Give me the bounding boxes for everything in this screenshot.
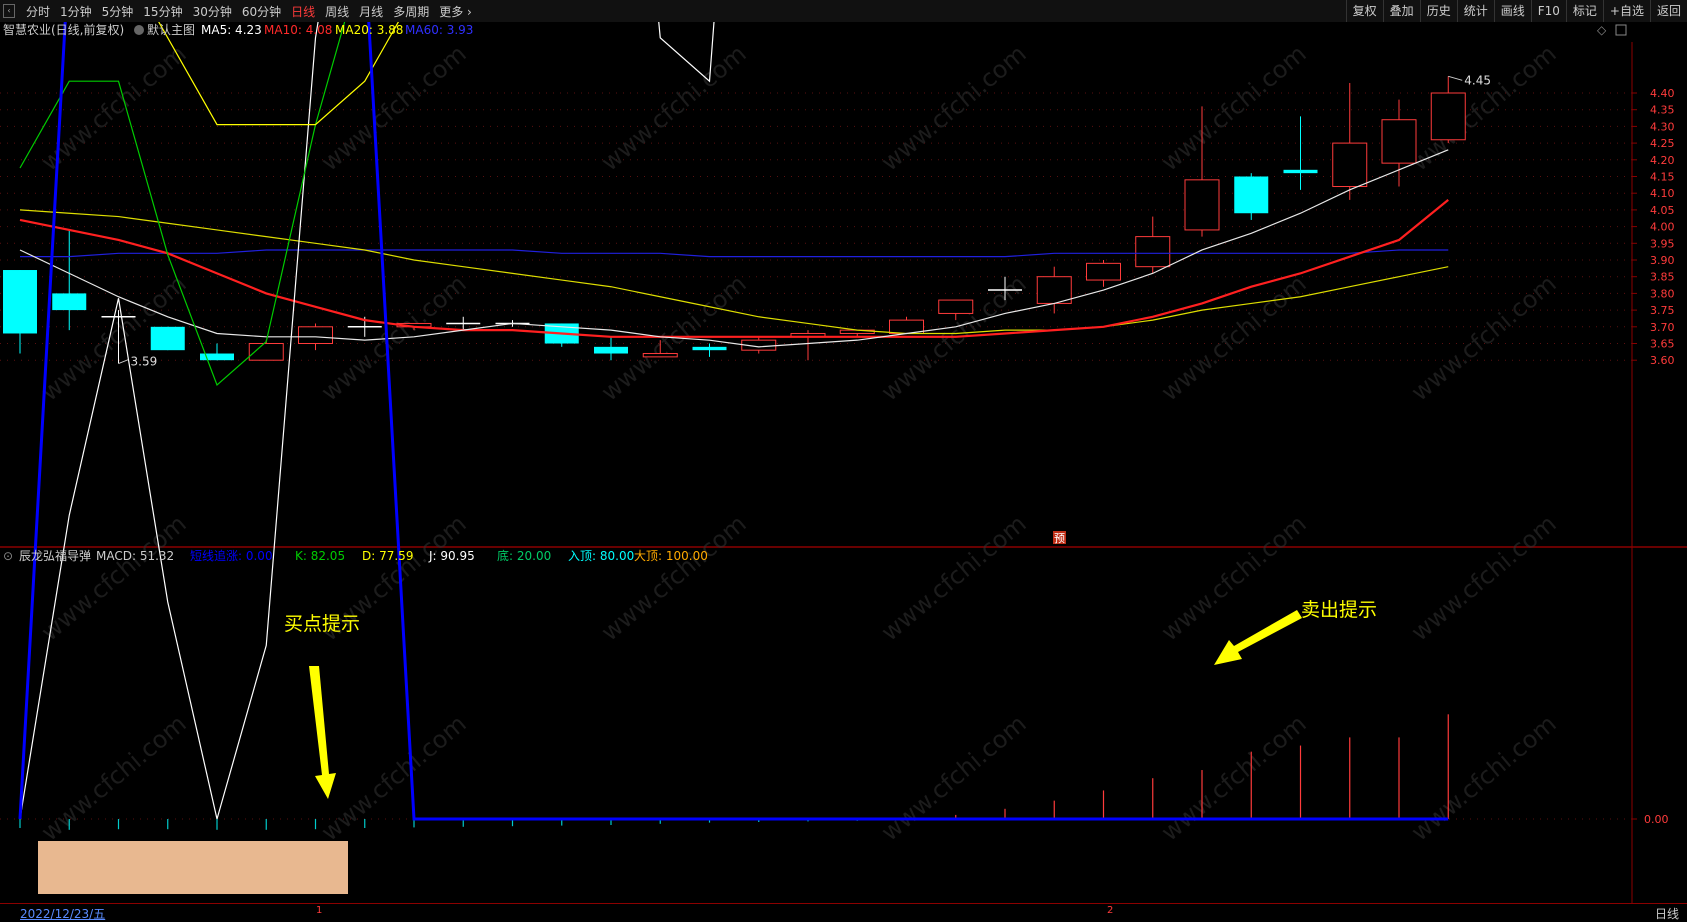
price-tick-label: 4.05: [1650, 204, 1675, 217]
tab-timeframe-7[interactable]: 周线: [320, 3, 354, 20]
signal-label: 短线追涨: 0.00: [190, 548, 273, 563]
price-tick-label: 3.65: [1650, 338, 1675, 351]
j-label: J: 90.95: [428, 549, 475, 563]
candle[interactable]: [1234, 173, 1269, 220]
candle-body: [1234, 176, 1269, 214]
toolbar-action-6[interactable]: 标记: [1565, 0, 1603, 22]
stock-title[interactable]: 智慧农业(日线,前复权): [3, 22, 124, 37]
price-tick-label: 3.70: [1650, 321, 1675, 334]
candle[interactable]: [150, 326, 185, 351]
period-label[interactable]: 日线: [1655, 905, 1679, 922]
collapse-icon[interactable]: ‹: [3, 4, 15, 18]
top-label: 大顶: 100.00: [634, 549, 708, 563]
bottom-label: 底: 20.00: [497, 548, 551, 563]
tab-timeframe-8[interactable]: 月线: [354, 3, 388, 20]
price-tick-label: 3.60: [1650, 354, 1675, 367]
period-marker-1: 1: [316, 905, 323, 916]
template-label[interactable]: 默认主图: [147, 22, 195, 37]
price-tick-label: 4.20: [1650, 154, 1675, 167]
high-label: 4.45: [1464, 73, 1491, 87]
buy-hint-text: 买点提示: [284, 613, 360, 635]
candle-body: [150, 326, 185, 351]
toolbar-action-5[interactable]: F10: [1530, 0, 1566, 22]
tab-timeframe-9[interactable]: 多周期: [388, 3, 434, 20]
indicator-name[interactable]: 辰龙弘福导弹: [19, 548, 91, 563]
cursor-date: 2022/12/23/五: [20, 907, 106, 921]
candle-body: [52, 293, 87, 311]
toolbar-action-1[interactable]: 叠加: [1382, 0, 1420, 22]
candle-body: [938, 299, 974, 314]
template-icon[interactable]: [134, 25, 144, 35]
sub-menu-icon[interactable]: ⊙: [3, 549, 13, 563]
tab-timeframe-2[interactable]: 5分钟: [97, 3, 139, 20]
stock-chart: www.cfchi.com www.cfchi.com www.cfchi.com w…: [0, 22, 1687, 903]
toolbar-action-3[interactable]: 统计: [1456, 0, 1494, 22]
price-tick-label: 3.85: [1650, 271, 1675, 284]
ma20-label: MA20: 3.88: [335, 23, 403, 37]
ma60-label: MA60: 3.93: [405, 23, 473, 37]
macd-label: MACD: 51.32: [96, 549, 174, 563]
price-tick-label: 4.35: [1650, 104, 1675, 117]
ma10-label: MA10: 4.08: [264, 23, 332, 37]
price-tick-label: 4.00: [1650, 221, 1675, 234]
toolbar-action-8[interactable]: 返回: [1649, 0, 1687, 22]
candle-body: [1430, 92, 1466, 141]
price-tick-label: 4.15: [1650, 171, 1675, 184]
ma5-label: MA5: 4.23: [201, 23, 262, 37]
diamond-icon[interactable]: ◇: [1597, 23, 1607, 37]
overlay-box: [38, 841, 348, 894]
toolbar-action-0[interactable]: 复权: [1345, 0, 1383, 22]
status-bar: 2022/12/23/五 1 2 日线: [0, 903, 1687, 922]
toolbar-actions: 复权 叠加 历史 统计 画线 F10 标记 +自选 返回: [1345, 0, 1687, 22]
price-tick-label: 3.90: [1650, 254, 1675, 267]
candle[interactable]: [248, 340, 284, 361]
candle-body: [692, 346, 727, 351]
toolbar-action-7[interactable]: +自选: [1602, 0, 1650, 22]
tab-timeframe-10[interactable]: 更多 ›: [434, 3, 477, 20]
tab-timeframe-5[interactable]: 60分钟: [237, 3, 286, 20]
candle-body: [1283, 169, 1318, 174]
tab-timeframe-3[interactable]: 15分钟: [138, 3, 187, 20]
period-toolbar: ‹ 分时 1分钟 5分钟 15分钟 30分钟 60分钟 日线 周线 月线 多周期 更多 › 复权 叠加…: [0, 0, 1687, 23]
tab-timeframe-6[interactable]: 日线: [286, 3, 320, 20]
candle-body: [1135, 236, 1171, 268]
timeframe-tabs: 分时 1分钟 5分钟 15分钟 30分钟 60分钟 日线 周线 月线 多周期 更多 ›: [21, 3, 477, 20]
price-tick-label: 3.75: [1650, 304, 1675, 317]
k-label: K: 82.05: [295, 549, 345, 563]
toolbar-action-4[interactable]: 画线: [1493, 0, 1531, 22]
d-label: D: 77.59: [362, 549, 413, 563]
entry-label: 入顶: 80.00: [568, 549, 634, 563]
candle-body: [1184, 179, 1220, 231]
candle-body: [298, 326, 333, 344]
price-tick-label: 4.40: [1650, 87, 1675, 100]
price-tick-label: 3.95: [1650, 237, 1675, 250]
candle-body: [1332, 142, 1368, 188]
candle-body: [3, 270, 37, 334]
candle-body: [1036, 276, 1072, 304]
price-tick-label: 4.25: [1650, 137, 1675, 150]
price-tick-label: 4.30: [1650, 120, 1675, 133]
price-tick-label: 4.10: [1650, 187, 1675, 200]
tab-timeframe-1[interactable]: 1分钟: [55, 3, 97, 20]
toolbar-action-2[interactable]: 历史: [1419, 0, 1457, 22]
low-label: 3.59: [131, 355, 158, 369]
tab-timeframe-4[interactable]: 30分钟: [188, 3, 237, 20]
tab-timeframe-0[interactable]: 分时: [21, 3, 55, 20]
sell-hint-text: 卖出提示: [1301, 599, 1377, 621]
candle-body: [1381, 119, 1417, 164]
pre-badge-text: 预: [1054, 532, 1065, 545]
candle-body: [1086, 262, 1121, 281]
indicator-tick-label: 0.00: [1644, 813, 1669, 826]
candle-body: [594, 346, 628, 354]
period-marker-2: 2: [1107, 905, 1114, 916]
price-tick-label: 3.80: [1650, 287, 1675, 300]
candle-body: [642, 353, 678, 358]
